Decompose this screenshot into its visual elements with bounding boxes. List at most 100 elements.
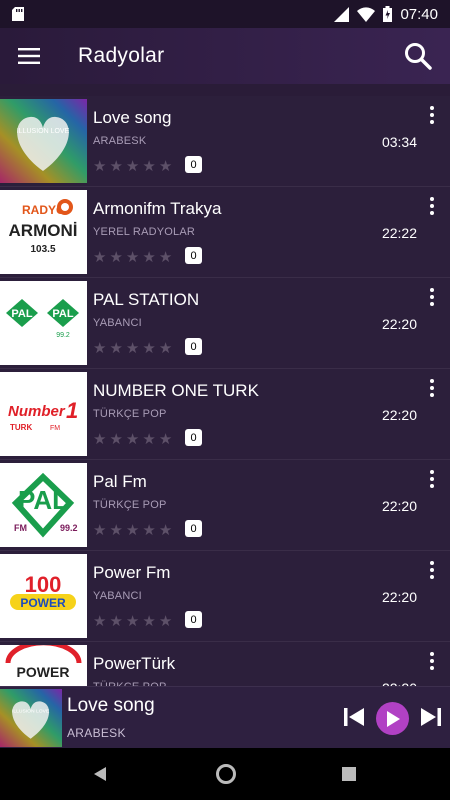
- list-item-4[interactable]: PAL FM 99.2 Pal Fm TÜRKÇE POP 22:20 ★ ★ ★ ★ ★ …: [0, 460, 450, 551]
- mini-player[interactable]: ILLUSION LOVE Love song ARABESK: [0, 686, 450, 748]
- star-icon[interactable]: ★: [142, 432, 155, 447]
- skip-next-icon[interactable]: [420, 702, 442, 732]
- list-item-6[interactable]: POWER PowerTürk TÜRKÇE POP 22:20 ★★★★★ 0: [0, 642, 450, 686]
- star-icon[interactable]: ★: [126, 614, 139, 629]
- page-title: Radyolar: [78, 44, 165, 67]
- station-logo: RADYO ARMONİ 103.5: [0, 190, 87, 274]
- rating-count: 0: [185, 520, 202, 537]
- star-icon[interactable]: ★: [159, 159, 172, 174]
- hamburger-icon[interactable]: [18, 48, 40, 64]
- station-genre: TÜRKÇE POP: [93, 499, 167, 511]
- list-item-0[interactable]: ILLUSION LOVE Love song ARABESK 03:34 ★ ★…: [0, 96, 450, 187]
- star-icon[interactable]: ★: [93, 250, 106, 265]
- star-icon[interactable]: ★: [109, 523, 122, 538]
- star-icon[interactable]: ★: [126, 523, 139, 538]
- star-icon[interactable]: ★: [159, 523, 172, 538]
- station-name: Power Fm: [93, 563, 171, 582]
- recents-icon[interactable]: [342, 767, 356, 781]
- play-icon: [386, 710, 400, 727]
- rating-stars[interactable]: ★ ★ ★ ★ ★: [93, 341, 172, 356]
- wifi-icon: [357, 6, 376, 22]
- rating-count: 0: [185, 247, 202, 264]
- more-vert-icon[interactable]: [428, 288, 436, 308]
- station-time: 22:20: [381, 316, 417, 332]
- rating-count: 0: [185, 156, 202, 173]
- list-item-2[interactable]: PAL PAL 99.2 PAL STATION YABANCI 22:20 ★ ★ ★…: [0, 278, 450, 369]
- rating-stars[interactable]: ★ ★ ★ ★ ★: [93, 250, 172, 265]
- list-item-3[interactable]: Number 1 TURK FM NUMBER ONE TURK TÜRKÇE POP…: [0, 369, 450, 460]
- star-icon[interactable]: ★: [109, 250, 122, 265]
- back-icon[interactable]: [92, 766, 108, 782]
- home-icon[interactable]: [215, 763, 237, 785]
- station-time: 22:20: [381, 498, 417, 514]
- star-icon[interactable]: ★: [159, 432, 172, 447]
- powerturk-logo: POWER: [0, 645, 87, 686]
- station-logo: ILLUSION LOVE: [0, 99, 87, 183]
- station-genre: TÜRKÇE POP: [93, 408, 167, 420]
- more-vert-icon[interactable]: [428, 652, 436, 672]
- logo-text: Number: [8, 403, 66, 420]
- star-icon[interactable]: ★: [93, 432, 106, 447]
- rating-stars[interactable]: ★ ★ ★ ★ ★: [93, 523, 172, 538]
- logo-text: 103.5: [30, 244, 55, 255]
- number-one-logo: Number 1 TURK FM: [0, 372, 87, 456]
- rating-stars[interactable]: ★ ★ ★ ★ ★: [93, 614, 172, 629]
- station-genre: YABANCI: [93, 590, 142, 602]
- star-icon[interactable]: ★: [126, 341, 139, 356]
- station-name: Love song: [93, 108, 172, 127]
- play-button[interactable]: [376, 702, 409, 735]
- star-icon[interactable]: ★: [142, 614, 155, 629]
- star-icon[interactable]: ★: [159, 614, 172, 629]
- station-genre: YABANCI: [93, 317, 142, 329]
- station-genre: YEREL RADYOLAR: [93, 226, 196, 238]
- pal-fm-logo: PAL FM 99.2: [0, 463, 87, 547]
- battery-icon: [383, 6, 393, 22]
- rating-stars[interactable]: ★ ★ ★ ★ ★: [93, 159, 172, 174]
- star-icon[interactable]: ★: [159, 250, 172, 265]
- more-vert-icon[interactable]: [428, 379, 436, 399]
- logo-text: PAL: [18, 485, 68, 515]
- station-time: 22:20: [381, 589, 417, 605]
- star-icon[interactable]: ★: [142, 159, 155, 174]
- skip-previous-icon[interactable]: [343, 702, 365, 732]
- power-fm-logo: 100POWER: [0, 554, 87, 638]
- pal-station-logo: PAL PAL 99.2: [0, 281, 87, 365]
- more-vert-icon[interactable]: [428, 197, 436, 217]
- search-icon[interactable]: [404, 42, 432, 70]
- station-list[interactable]: ILLUSION LOVE Love song ARABESK 03:34 ★ ★…: [0, 96, 450, 686]
- star-icon[interactable]: ★: [142, 250, 155, 265]
- sd-card-icon: [12, 7, 24, 21]
- star-icon[interactable]: ★: [159, 341, 172, 356]
- signal-icon: [334, 6, 350, 22]
- more-vert-icon[interactable]: [428, 561, 436, 581]
- star-icon[interactable]: ★: [93, 341, 106, 356]
- star-icon[interactable]: ★: [126, 159, 139, 174]
- rating-stars[interactable]: ★ ★ ★ ★ ★: [93, 432, 172, 447]
- star-icon[interactable]: ★: [93, 523, 106, 538]
- svg-text:99.2: 99.2: [56, 332, 70, 339]
- more-vert-icon[interactable]: [428, 106, 436, 126]
- album-art-illusion: ILLUSION LOVE: [0, 99, 87, 183]
- station-time: 22:22: [381, 225, 417, 241]
- more-vert-icon[interactable]: [428, 470, 436, 490]
- star-icon[interactable]: ★: [126, 432, 139, 447]
- list-item-1[interactable]: RADYO ARMONİ 103.5 Armonifm Trakya YEREL R…: [0, 187, 450, 278]
- station-logo: PAL PAL 99.2: [0, 281, 87, 365]
- star-icon[interactable]: ★: [109, 614, 122, 629]
- star-icon[interactable]: ★: [109, 432, 122, 447]
- star-icon[interactable]: ★: [109, 159, 122, 174]
- list-item-5[interactable]: 100 POWER Power Fm YABANCI 22:20 ★ ★ ★ ★ ★ 0: [0, 551, 450, 642]
- star-icon[interactable]: ★: [93, 614, 106, 629]
- star-icon[interactable]: ★: [126, 250, 139, 265]
- player-title: Love song: [67, 695, 155, 716]
- star-icon[interactable]: ★: [142, 341, 155, 356]
- logo-text: ILLUSION LOVE: [12, 709, 50, 715]
- station-logo: Number 1 TURK FM: [0, 372, 87, 456]
- star-icon[interactable]: ★: [109, 341, 122, 356]
- svg-text:PAL: PAL: [52, 308, 73, 320]
- star-icon[interactable]: ★: [142, 523, 155, 538]
- logo-text: 100: [25, 572, 62, 597]
- star-icon[interactable]: ★: [93, 159, 106, 174]
- player-genre: ARABESK: [67, 726, 126, 740]
- svg-text:POWER: POWER: [17, 664, 70, 680]
